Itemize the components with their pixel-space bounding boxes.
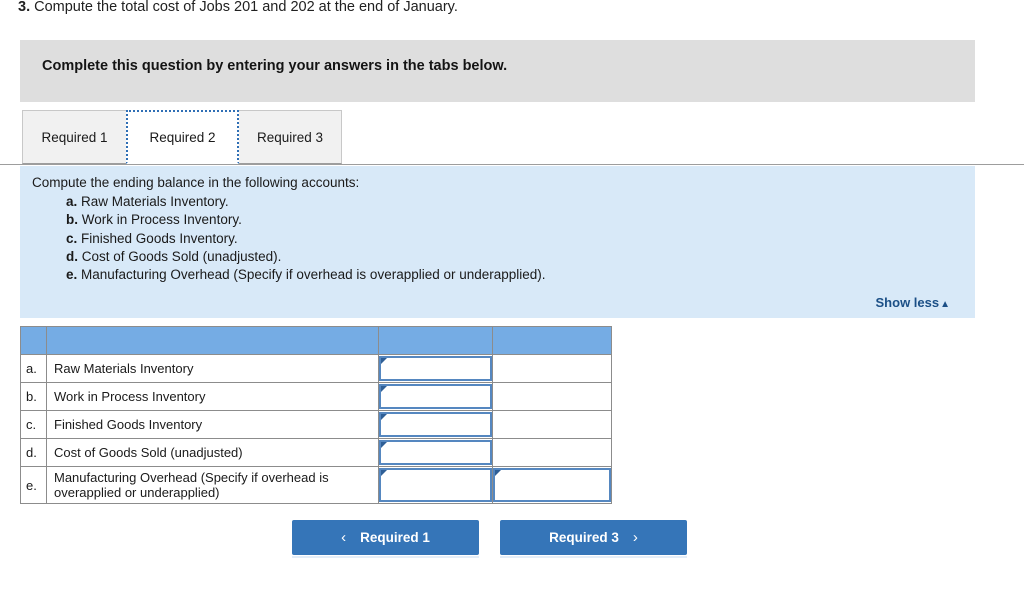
row-c-amount-cell[interactable] — [378, 410, 493, 439]
row-e-amount-input[interactable] — [379, 468, 492, 502]
caret-up-icon: ▲ — [940, 299, 950, 310]
row-d-amount-input[interactable] — [379, 440, 492, 465]
tab-required-1[interactable]: Required 1 — [22, 110, 127, 164]
chevron-right-icon: › — [632, 529, 638, 546]
row-d-status-cell — [492, 438, 612, 467]
question-prompt: 3. Compute the total cost of Jobs 201 an… — [18, 0, 458, 17]
tab-required-2-label: Required 2 — [149, 129, 216, 145]
requirement-item-a-letter: a. — [66, 194, 78, 209]
answer-table: a. Raw Materials Inventory b. Work in Pr… — [20, 326, 612, 504]
row-c-label: Finished Goods Inventory — [46, 410, 379, 439]
navigation-buttons: ‹ Required 1 Required 3 › — [292, 520, 692, 555]
requirement-item-a-text: Raw Materials Inventory. — [81, 194, 229, 209]
tab-required-1-label: Required 1 — [41, 129, 108, 145]
row-c-letter: c. — [20, 410, 47, 439]
row-b-status-empty — [493, 384, 611, 409]
previous-required-label: Required 1 — [360, 530, 430, 545]
tab-strip: Required 1 Required 2 Required 3 — [0, 110, 1024, 165]
table-row: e. Manufacturing Overhead (Specify if ov… — [20, 466, 612, 504]
next-required-label: Required 3 — [549, 530, 619, 545]
row-d-status-empty — [493, 440, 611, 465]
instruction-banner-text: Complete this question by entering your … — [42, 58, 508, 74]
row-a-status-empty — [493, 356, 611, 381]
table-row: b. Work in Process Inventory — [20, 382, 612, 411]
requirement-item-b-letter: b. — [66, 212, 78, 228]
table-row: d. Cost of Goods Sold (unadjusted) — [20, 438, 612, 467]
row-d-amount-cell[interactable] — [378, 438, 493, 467]
question-text: Compute the total cost of Jobs 201 and 2… — [34, 0, 458, 15]
row-c-status-cell — [492, 410, 612, 439]
row-a-amount-input[interactable] — [379, 356, 492, 381]
requirement-item-c: c. Finished Goods Inventory. — [66, 230, 546, 248]
table-row: a. Raw Materials Inventory — [20, 354, 612, 383]
row-d-letter: d. — [20, 438, 47, 467]
question-number: 3. — [18, 0, 31, 15]
header-cell-label — [46, 326, 379, 355]
tab-required-2[interactable]: Required 2 — [126, 110, 239, 164]
show-less-label: Show less — [875, 295, 940, 310]
requirement-intro: Compute the ending balance in the follow… — [32, 175, 360, 190]
row-e-letter: e. — [20, 466, 47, 504]
requirement-item-a: a. Raw Materials Inventory. — [66, 193, 546, 211]
tab-required-3-label: Required 3 — [256, 129, 324, 145]
row-a-status-cell — [492, 354, 612, 383]
table-header-row — [20, 326, 612, 355]
requirement-list: a. Raw Materials Inventory. b. Work in P… — [66, 193, 546, 284]
chevron-left-icon: ‹ — [341, 529, 347, 546]
row-c-status-empty — [493, 412, 611, 437]
row-e-status-input[interactable] — [493, 468, 611, 502]
row-b-amount-cell[interactable] — [378, 382, 493, 411]
requirement-item-b-text: Work in Process Inventory. — [81, 212, 242, 228]
requirement-panel: Compute the ending balance in the follow… — [20, 166, 975, 318]
requirement-item-b: b. Work in Process Inventory. — [66, 211, 546, 229]
row-e-label: Manufacturing Overhead (Specify if overh… — [46, 466, 379, 504]
row-c-amount-input[interactable] — [379, 412, 492, 437]
requirement-item-d-text: Cost of Goods Sold (unadjusted). — [81, 248, 282, 264]
requirement-item-d-letter: d. — [66, 248, 78, 264]
header-cell-letter — [20, 326, 47, 355]
tab-required-3[interactable]: Required 3 — [238, 110, 342, 164]
row-b-amount-input[interactable] — [379, 384, 492, 409]
header-cell-status — [492, 326, 612, 355]
requirement-item-e-letter: e. — [66, 267, 78, 283]
requirement-item-c-letter: c. — [66, 230, 78, 246]
row-e-status-cell[interactable] — [492, 466, 612, 504]
row-b-label: Work in Process Inventory — [46, 382, 379, 411]
requirement-item-d: d. Cost of Goods Sold (unadjusted). — [66, 248, 546, 266]
tab-strip-divider — [0, 164, 1024, 165]
row-b-status-cell — [492, 382, 612, 411]
row-b-letter: b. — [20, 382, 47, 411]
show-less-link[interactable]: Show less▲ — [876, 295, 950, 310]
button-shadow-right — [500, 556, 687, 558]
row-d-label: Cost of Goods Sold (unadjusted) — [46, 438, 379, 467]
row-a-letter: a. — [20, 354, 47, 383]
row-a-amount-cell[interactable] — [378, 354, 493, 383]
row-a-label: Raw Materials Inventory — [46, 354, 379, 383]
requirement-item-c-text: Finished Goods Inventory. — [81, 230, 238, 246]
requirement-item-e: e. Manufacturing Overhead (Specify if ov… — [66, 266, 546, 284]
button-shadow-left — [292, 556, 479, 558]
requirement-item-e-text: Manufacturing Overhead (Specify if overh… — [81, 267, 546, 283]
instruction-banner: Complete this question by entering your … — [20, 40, 975, 102]
next-required-button[interactable]: Required 3 › — [500, 520, 687, 555]
previous-required-button[interactable]: ‹ Required 1 — [292, 520, 479, 555]
table-row: c. Finished Goods Inventory — [20, 410, 612, 439]
row-e-amount-cell[interactable] — [378, 466, 493, 504]
header-cell-amount — [378, 326, 493, 355]
